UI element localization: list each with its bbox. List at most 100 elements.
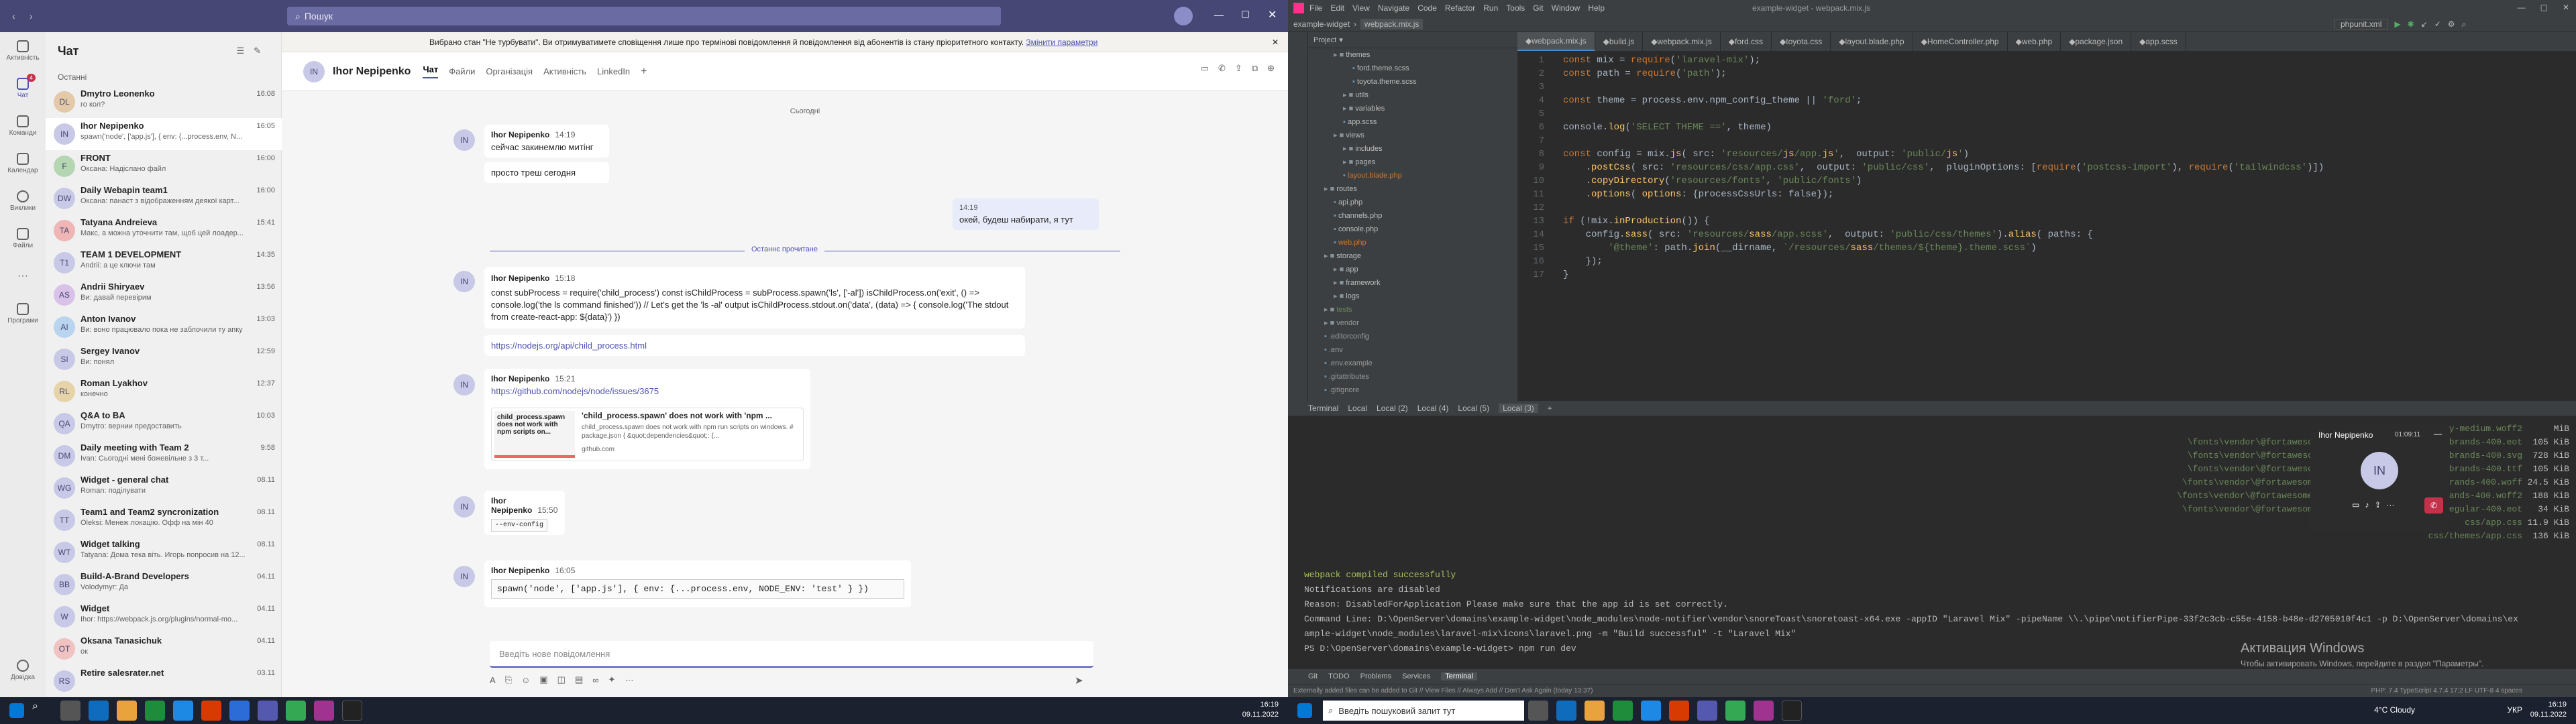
chat-list-item[interactable]: WG Widget - general chat Roman: поділувати… bbox=[46, 472, 282, 504]
menu-item[interactable]: Refactor bbox=[1445, 3, 1475, 13]
chat-list-item[interactable]: AS Andrii Shiryaev Ви: давай перевірим 13:5… bbox=[46, 279, 282, 311]
menu-item[interactable]: View bbox=[1352, 3, 1370, 13]
tree-item[interactable]: ▸ ■ logs bbox=[1308, 290, 1517, 303]
app-icon[interactable] bbox=[1641, 701, 1661, 721]
tab-files[interactable]: Файли bbox=[449, 66, 475, 76]
chat-list-item[interactable]: OT Oksana Tanasichuk ок 04.11 bbox=[46, 633, 282, 665]
terminal-tab[interactable]: Local (3) bbox=[1499, 404, 1538, 413]
call-minimize-icon[interactable]: — bbox=[2434, 429, 2442, 438]
menu-item[interactable]: Window bbox=[1552, 3, 1580, 13]
edge-icon[interactable] bbox=[89, 701, 109, 721]
breadcrumb-file[interactable]: webpack.mix.js bbox=[1360, 18, 1424, 29]
editor-tab[interactable]: ◆ build.js bbox=[1595, 32, 1644, 51]
teams-taskbar-icon[interactable] bbox=[258, 701, 278, 721]
link-preview-card[interactable]: child_process.spawn does not work with n… bbox=[491, 408, 804, 461]
terminal-tab[interactable]: Local (5) bbox=[1458, 404, 1489, 413]
loop-icon[interactable]: ∞ bbox=[592, 675, 598, 685]
rail-teams[interactable]: Команди bbox=[0, 107, 46, 145]
debug-icon[interactable]: ✱ bbox=[2408, 19, 2414, 29]
sticker-icon[interactable]: ◫ bbox=[557, 674, 566, 685]
audio-call-icon[interactable]: ✆ bbox=[1218, 63, 1226, 74]
format-icon[interactable]: A bbox=[490, 675, 496, 685]
chat-list-item[interactable]: DM Daily meeting with Team 2 Ivan: Сьогодн… bbox=[46, 440, 282, 472]
maximize-icon[interactable]: ▢ bbox=[2540, 3, 2548, 12]
chat-list-item[interactable]: W Widget Ihor: https://webpack.js.org/plug… bbox=[46, 601, 282, 633]
app-icon[interactable] bbox=[201, 701, 221, 721]
tree-item[interactable]: ▪ .gitattributes bbox=[1308, 370, 1517, 383]
chat-list-item[interactable]: TT Team1 and Team2 syncronization Oleksi: … bbox=[46, 504, 282, 536]
tree-item[interactable]: ▸ ■ storage bbox=[1308, 249, 1517, 263]
video-call-icon[interactable]: ▭ bbox=[1201, 63, 1209, 74]
tool-window-tab[interactable]: TODO bbox=[1328, 672, 1350, 680]
tree-item[interactable]: ▸ ■ vendor bbox=[1308, 316, 1517, 330]
banner-close-icon[interactable]: ✕ bbox=[1272, 38, 1279, 47]
app-icon[interactable] bbox=[342, 701, 362, 721]
run-config-select[interactable]: phpunit.xml bbox=[2334, 19, 2388, 29]
editor-tab[interactable]: ◆ HomeController.php bbox=[1913, 32, 2008, 51]
attach-icon[interactable]: ⎘ bbox=[505, 674, 512, 685]
editor-tab[interactable]: ◆ webpack.mix.js bbox=[1643, 32, 1721, 51]
chat-list-item[interactable]: DL Dmytro Leonenko го кол? 16:08 bbox=[46, 86, 282, 118]
app-icon[interactable] bbox=[1669, 701, 1689, 721]
tree-item[interactable]: ▪ .env bbox=[1308, 343, 1517, 357]
praise-icon[interactable]: ✦ bbox=[608, 674, 616, 685]
tree-item[interactable]: ▪ api.php bbox=[1308, 196, 1517, 209]
tool-window-tab[interactable]: Git bbox=[1308, 672, 1318, 680]
add-tab-button[interactable]: + bbox=[641, 66, 647, 78]
close-icon[interactable]: ✕ bbox=[1268, 8, 1277, 21]
editor-tab[interactable]: ◆ webpack.mix.js bbox=[1517, 32, 1595, 51]
rail-calls[interactable]: Виклики bbox=[0, 182, 46, 220]
forward-icon[interactable]: › bbox=[30, 11, 33, 21]
message-2-link[interactable]: https://nodejs.org/api/child_process.htm… bbox=[484, 335, 1025, 356]
app-icon[interactable] bbox=[173, 701, 193, 721]
explorer-icon[interactable] bbox=[1585, 701, 1605, 721]
rail-chat[interactable]: Чат 4 bbox=[0, 70, 46, 107]
tree-item[interactable]: ▸ ■ utils bbox=[1308, 88, 1517, 102]
git-update-icon[interactable]: ↙ bbox=[2421, 19, 2428, 29]
call-share-icon[interactable]: ⇪ bbox=[2374, 500, 2381, 509]
edge-icon[interactable] bbox=[1556, 701, 1576, 721]
task-view-icon[interactable] bbox=[60, 701, 80, 721]
app-icon[interactable] bbox=[1782, 701, 1802, 721]
hang-up-button[interactable]: ✆ bbox=[2424, 497, 2443, 514]
terminal-tab[interactable]: Local bbox=[1348, 404, 1367, 413]
taskbar-search-input[interactable]: ⌕ Введіть пошуковий запит тут bbox=[1323, 701, 1524, 721]
chat-list-item[interactable]: AI Anton Ivanov Ви: воно працювало пока не… bbox=[46, 311, 282, 343]
tree-item[interactable]: ▪ channels.php bbox=[1308, 209, 1517, 223]
tab-activity[interactable]: Активність bbox=[543, 66, 586, 76]
task-view-icon[interactable] bbox=[1528, 701, 1548, 721]
minimize-icon[interactable]: — bbox=[1214, 9, 1224, 20]
tab-linkedin[interactable]: LinkedIn bbox=[597, 66, 630, 76]
code-editor[interactable]: 1 const mix = require('laravel-mix'); 2 con… bbox=[1517, 51, 2576, 401]
menu-item[interactable]: Help bbox=[1588, 3, 1605, 13]
call-window[interactable]: Ihor Nepipenko 01:09:11 — IN ▭ ♪ ⇪ ··· ✆ bbox=[2310, 424, 2449, 531]
meet-icon[interactable]: ▤ bbox=[575, 674, 583, 685]
chat-list-item[interactable]: BB Build-A-Brand Developers Volodymyr: Да 0… bbox=[46, 568, 282, 601]
editor-tab[interactable]: ◆ layout.blade.php bbox=[1831, 32, 1913, 51]
menu-item[interactable]: Tools bbox=[1506, 3, 1525, 13]
menu-item[interactable]: Navigate bbox=[1378, 3, 1409, 13]
chat-list-item[interactable]: IN Ihor Nepipenko spawn('node', ['app.js']… bbox=[46, 118, 282, 150]
tree-item[interactable]: ▸ ■ views bbox=[1308, 129, 1517, 142]
editor-tab[interactable]: ◆ package.json bbox=[2061, 32, 2132, 51]
tree-item[interactable]: ▸ ■ tests bbox=[1308, 303, 1517, 316]
change-settings-link[interactable]: Змінити параметри bbox=[1026, 38, 1097, 47]
breadcrumb-project[interactable]: example-widget bbox=[1293, 19, 1350, 29]
chat-list-item[interactable]: DW Daily Webapin team1 Оксана: панаст з ві… bbox=[46, 182, 282, 215]
chat-list-item[interactable]: SI Sergey Ivanov Ви: понял 12:59 bbox=[46, 343, 282, 375]
rail-apps[interactable]: Програми bbox=[0, 295, 46, 333]
user-avatar[interactable] bbox=[1174, 7, 1193, 25]
editor-tab[interactable]: ◆ web.php bbox=[2008, 32, 2061, 51]
chat-list-item[interactable]: QA Q&A to BA Dmytro: вернии предоставить 10… bbox=[46, 408, 282, 440]
tool-window-tab[interactable]: Services bbox=[1402, 672, 1430, 680]
phpstorm-taskbar-icon[interactable] bbox=[1754, 701, 1774, 721]
back-icon[interactable]: ‹ bbox=[12, 11, 15, 21]
editor-tab[interactable]: ◆ toyota.css bbox=[1772, 32, 1831, 51]
app-icon[interactable] bbox=[229, 701, 250, 721]
tree-item[interactable]: ▪ toyota.theme.scss bbox=[1308, 75, 1517, 88]
clock-left[interactable]: 16:19 09.11.2022 bbox=[1242, 700, 1279, 720]
github-link[interactable]: https://github.com/nodejs/node/issues/36… bbox=[491, 386, 804, 396]
terminal-tab[interactable]: Terminal bbox=[1308, 404, 1338, 413]
chat-list-item[interactable]: RS Retire salesrater.net 03.11 bbox=[46, 665, 282, 697]
editor-tab[interactable]: ◆ ford.css bbox=[1721, 32, 1772, 51]
